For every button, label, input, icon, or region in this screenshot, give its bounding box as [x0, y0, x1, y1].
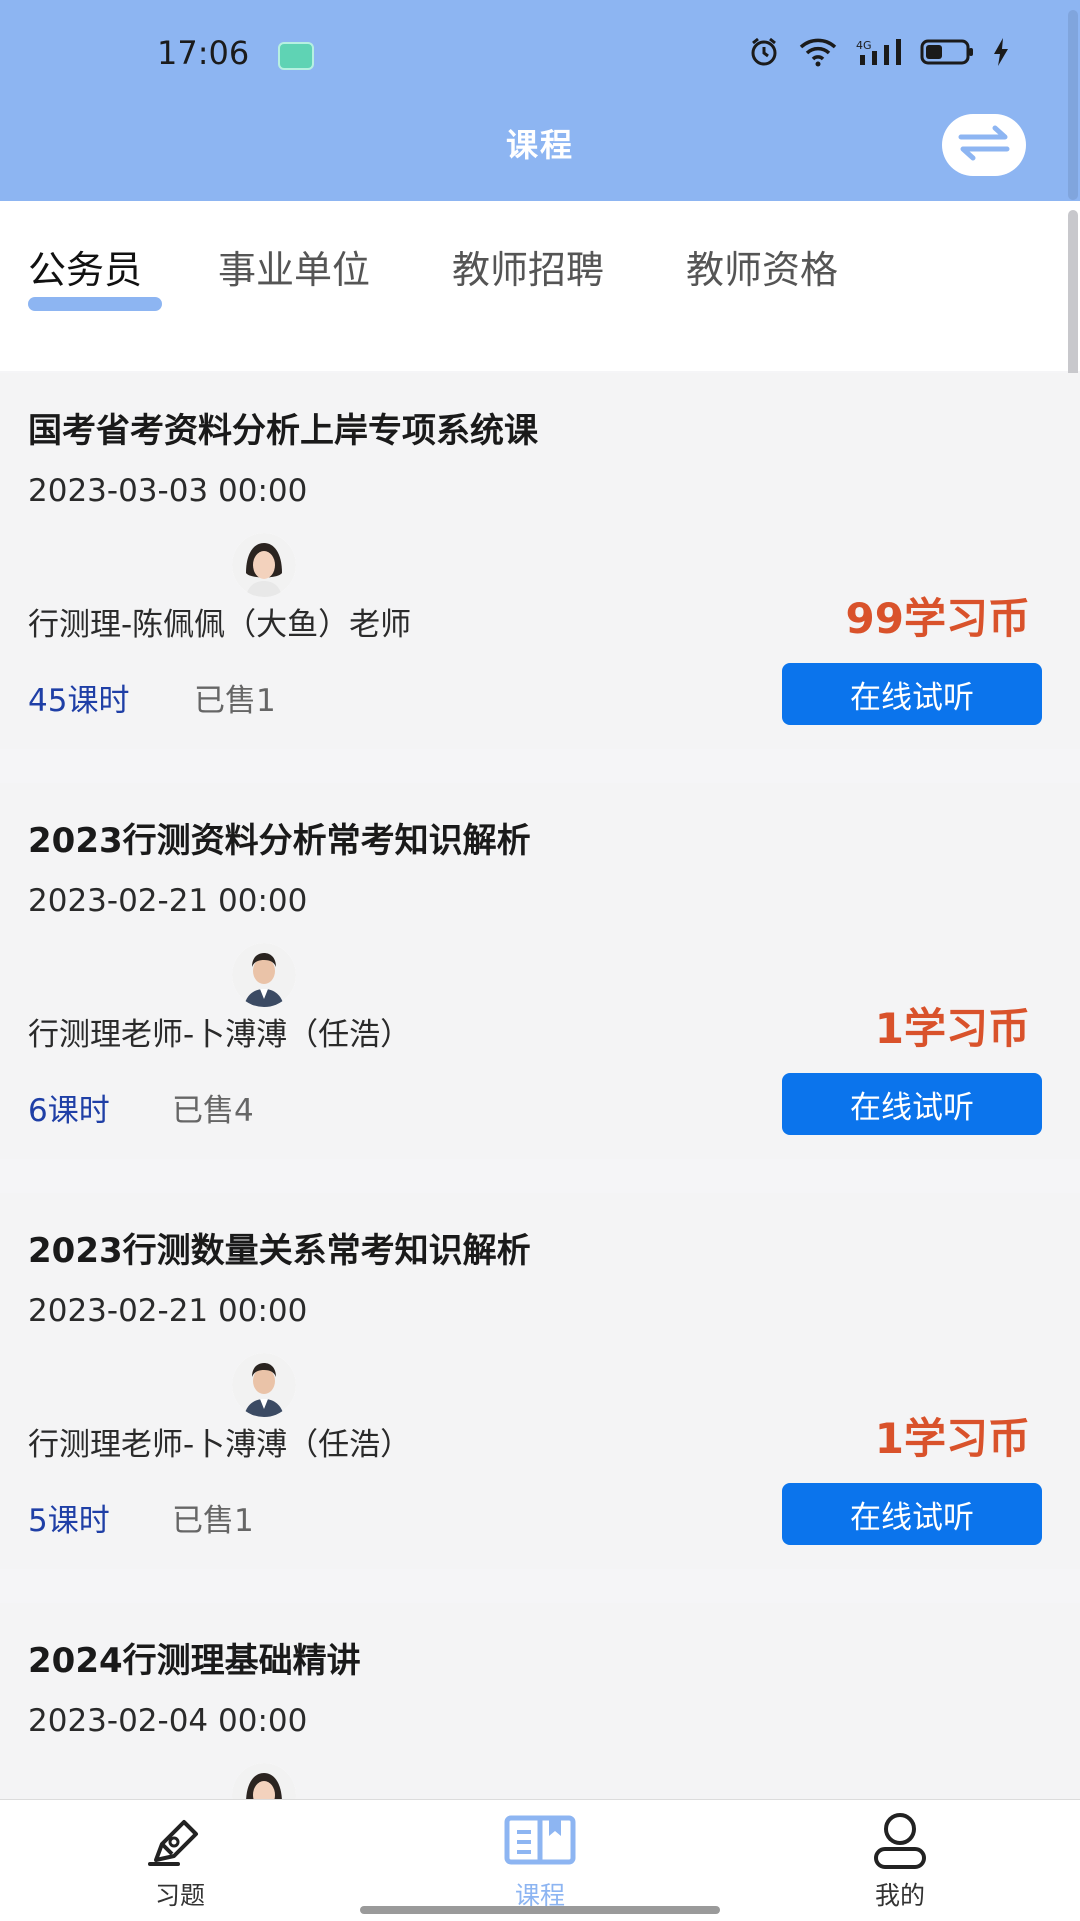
nav-label-exercises: 习题 [154, 1881, 205, 1910]
nav-label-me: 我的 [874, 1881, 925, 1910]
notification-icon [278, 42, 314, 70]
course-date: 2023-02-21 00:00 [28, 883, 308, 919]
course-date: 2023-02-04 00:00 [28, 1703, 308, 1739]
course-price: 1学习币 [874, 1004, 1030, 1053]
course-title: 2023行测资料分析常考知识解析 [28, 821, 531, 861]
signal-icon: 4G [856, 37, 902, 67]
teacher-avatar [232, 943, 296, 1007]
course-hours: 5课时 [28, 1503, 110, 1539]
trial-listen-button[interactable]: 在线试听 [782, 663, 1042, 725]
tab-teacher-qualification[interactable]: 教师资格 [686, 239, 838, 294]
pen-icon [100, 1808, 260, 1872]
teacher-avatar [232, 1763, 296, 1799]
wifi-icon [798, 37, 838, 67]
teacher-name: 行测理老师-卜溥溥（任浩） [28, 1017, 412, 1053]
course-title: 2024行测理基础精讲 [28, 1641, 361, 1681]
book-icon [460, 1808, 620, 1872]
sold-count: 已售1 [194, 683, 276, 719]
category-tabs: 公务员 事业单位 教师招聘 教师资格 [0, 201, 1080, 371]
teacher-name: 行测理老师-卜溥溥（任浩） [28, 1427, 412, 1463]
home-indicator [360, 1906, 720, 1914]
charging-icon [992, 37, 1010, 67]
nav-item-me[interactable]: 我的 [820, 1808, 980, 1912]
header-bar: 17:06 4G 课程 [0, 0, 1080, 201]
course-price: 99学习币 [845, 594, 1030, 643]
course-hours: 6课时 [28, 1093, 110, 1129]
teacher-avatar [232, 1353, 296, 1417]
course-hours: 45课时 [28, 683, 130, 719]
sold-count: 已售4 [172, 1093, 254, 1129]
alarm-icon [748, 36, 780, 68]
header-scrollbar [1068, 10, 1078, 200]
page-title: 课程 [505, 126, 574, 164]
course-card[interactable]: 2023行测资料分析常考知识解析 2023-02-21 00:00 行测理老师-… [0, 783, 1080, 1159]
tab-teacher-recruitment[interactable]: 教师招聘 [452, 239, 604, 294]
svg-text:4G: 4G [856, 39, 872, 52]
status-icons: 4G [748, 36, 1010, 68]
sold-count: 已售1 [172, 1503, 254, 1539]
status-time: 17:06 [157, 34, 250, 72]
teacher-name: 行测理-陈佩佩（大鱼）老师 [28, 607, 412, 643]
nav-item-exercises[interactable]: 习题 [100, 1808, 260, 1912]
switch-button[interactable] [942, 114, 1026, 176]
swap-arrows-icon [957, 124, 1011, 166]
active-tab-indicator [28, 297, 162, 311]
teacher-avatar [232, 533, 296, 597]
course-price: 1学习币 [874, 1414, 1030, 1463]
trial-listen-button[interactable]: 在线试听 [782, 1483, 1042, 1545]
course-card[interactable]: 2023行测数量关系常考知识解析 2023-02-21 00:00 行测理老师-… [0, 1193, 1080, 1569]
course-title: 2023行测数量关系常考知识解析 [28, 1231, 531, 1271]
trial-listen-button[interactable]: 在线试听 [782, 1073, 1042, 1135]
user-icon [820, 1808, 980, 1872]
nav-item-courses[interactable]: 课程 [460, 1808, 620, 1912]
course-date: 2023-02-21 00:00 [28, 1293, 308, 1329]
tab-public-institution[interactable]: 事业单位 [218, 239, 370, 294]
battery-icon [920, 38, 974, 66]
course-title: 国考省考资料分析上岸专项系统课 [28, 411, 538, 451]
course-card[interactable]: 国考省考资料分析上岸专项系统课 2023-03-03 00:00 行测理-陈佩佩… [0, 373, 1080, 749]
course-card[interactable]: 2024行测理基础精讲 2023-02-04 00:00 [0, 1603, 1080, 1799]
tab-civil-servant[interactable]: 公务员 [28, 239, 142, 294]
course-date: 2023-03-03 00:00 [28, 473, 308, 509]
bottom-navigation: 习题 课程 我的 [0, 1799, 1080, 1921]
